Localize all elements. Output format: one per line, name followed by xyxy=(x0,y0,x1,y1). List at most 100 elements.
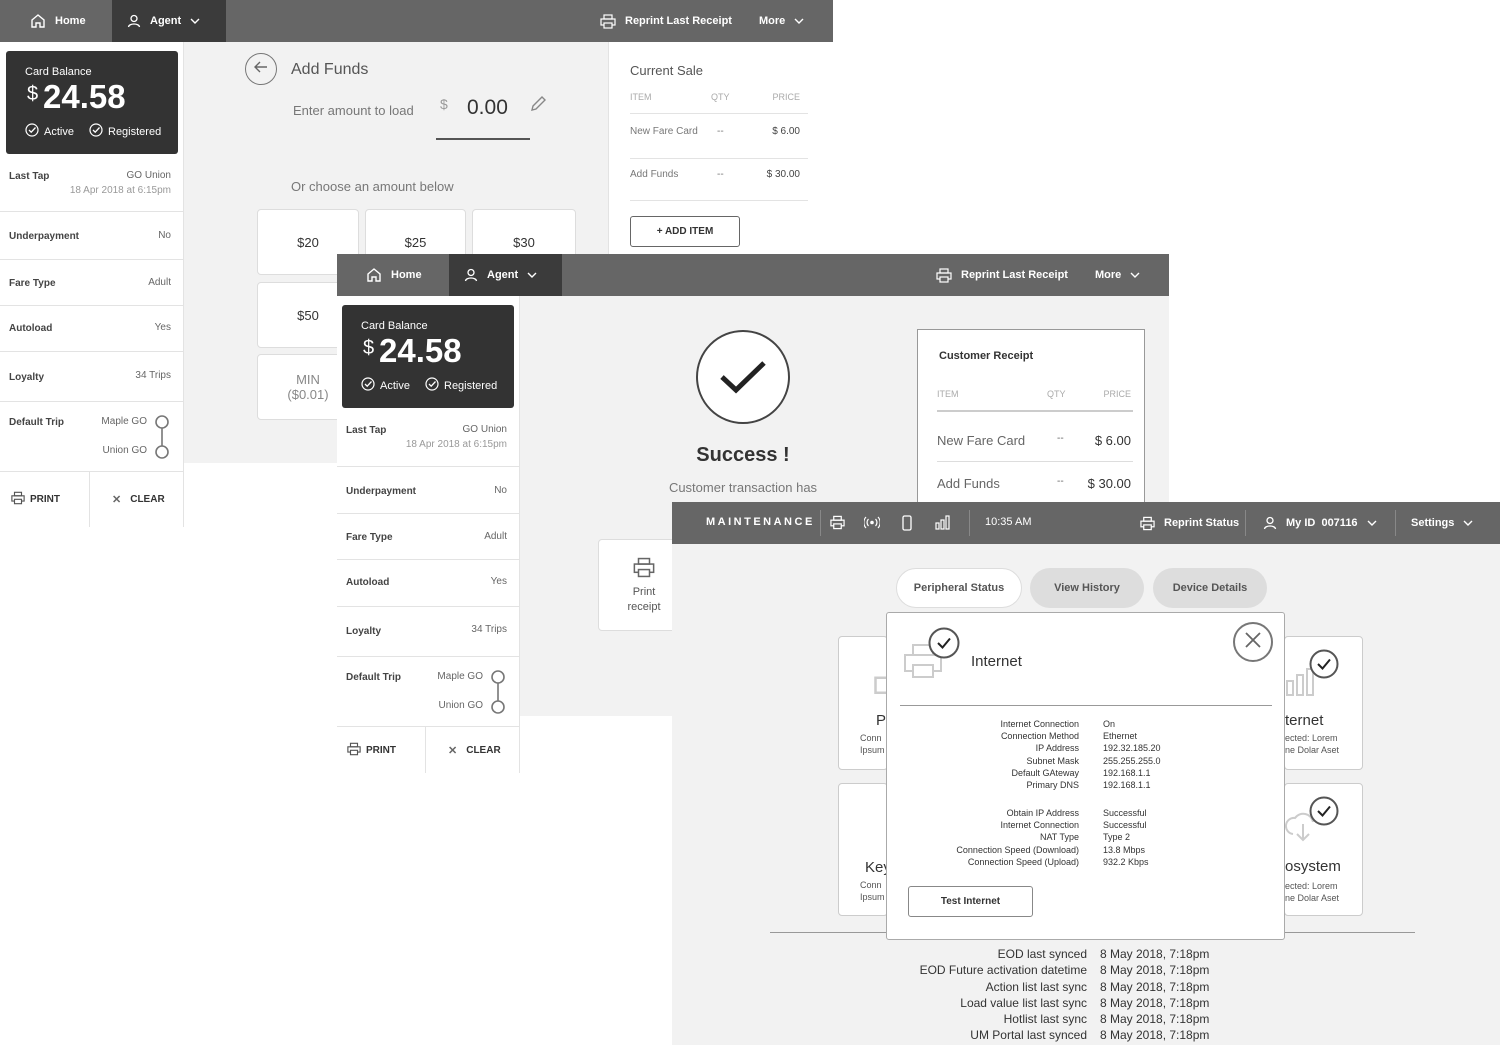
nav-more[interactable]: More xyxy=(1095,254,1140,296)
receipt-row: Add Funds -- $ 30.00 xyxy=(937,476,1131,491)
top-nav-bar: Home Agent Reprint Last Receipt More xyxy=(337,254,1169,296)
sale-row: Add Funds -- $ 30.00 xyxy=(630,169,808,201)
clear-button[interactable]: ✕ CLEAR xyxy=(426,727,520,773)
printer-icon xyxy=(633,557,655,581)
user-icon xyxy=(127,14,141,28)
print-button[interactable]: PRINT xyxy=(337,727,426,773)
current-sale-title: Current Sale xyxy=(630,63,703,78)
pencil-icon[interactable] xyxy=(529,95,547,118)
tab-device-details[interactable]: Device Details xyxy=(1153,568,1267,608)
nav-agent[interactable]: Agent xyxy=(449,254,562,296)
status-registered: Registered xyxy=(89,123,161,140)
close-icon: ✕ xyxy=(112,494,122,506)
card-balance-title: Card Balance xyxy=(25,66,92,78)
tab-peripheral-status[interactable]: Peripheral Status xyxy=(896,568,1022,608)
fare-type-row: Fare Type Adult xyxy=(337,514,519,560)
my-id-menu[interactable]: My ID 007116 xyxy=(1263,502,1377,544)
peripheral-card-keypad[interactable]: Key Conn Ipsum xyxy=(838,783,888,916)
clock-time: 10:35 AM xyxy=(985,516,1032,528)
printer-icon xyxy=(11,491,25,508)
check-circle-icon xyxy=(25,123,39,140)
currency-symbol: $ xyxy=(27,83,39,105)
card-balance-amount: 24.58 xyxy=(43,78,126,115)
reprint-label: Reprint Last Receipt xyxy=(625,15,732,27)
success-check-icon xyxy=(696,330,790,424)
network-info-keys-2: Obtain IP Address Internet Connection NA… xyxy=(956,808,1079,867)
tab-view-history[interactable]: View History xyxy=(1030,568,1144,608)
nav-home[interactable]: Home xyxy=(337,254,449,296)
add-funds-title: Add Funds xyxy=(291,61,369,78)
clear-button[interactable]: ✕ CLEAR xyxy=(90,472,184,527)
top-nav-bar: Home Agent Reprint Last Receipt More xyxy=(0,0,833,42)
print-button[interactable]: PRINT xyxy=(0,472,90,527)
user-icon xyxy=(1263,516,1277,530)
trip-route-icon xyxy=(154,414,170,465)
status-registered: Registered xyxy=(425,377,497,394)
chevron-down-icon xyxy=(527,272,537,278)
modal-title: Internet xyxy=(971,653,1022,670)
network-info-values-2: Successful Successful Type 2 13.8 Mbps 9… xyxy=(1103,808,1149,867)
device-icon[interactable] xyxy=(902,515,912,534)
underpayment-row: Underpayment No xyxy=(0,212,183,260)
sync-info-values: 8 May 2018, 7:18pm 8 May 2018, 7:18pm 8 … xyxy=(1100,947,1210,1043)
check-circle-icon xyxy=(1309,796,1339,831)
check-circle-icon xyxy=(361,377,375,394)
trip-route-icon xyxy=(490,669,506,720)
sale-table-header: ITEM QTY PRICE xyxy=(630,92,808,114)
printer-icon xyxy=(1140,516,1155,531)
back-button[interactable] xyxy=(245,53,277,85)
customer-receipt-panel: Customer Receipt ITEM QTY PRICE New Fare… xyxy=(917,329,1145,529)
maintenance-title: MAINTENANCE xyxy=(706,516,815,528)
status-active: Active xyxy=(25,123,74,140)
peripheral-card-subsystem[interactable]: osystem ected: Lorem ne Dolar Aset xyxy=(1284,783,1363,916)
nav-agent[interactable]: Agent xyxy=(112,0,226,42)
home-icon xyxy=(30,13,46,29)
amount-input[interactable]: $ 0.00 xyxy=(436,92,530,140)
reprint-last-receipt-button[interactable]: Reprint Last Receipt xyxy=(600,0,732,42)
success-message: Customer transaction has xyxy=(668,480,818,495)
test-internet-button[interactable]: Test Internet xyxy=(908,886,1033,917)
amount-value: 0.00 xyxy=(467,96,508,119)
last-tap-row: Last Tap GO Union 18 Apr 2018 at 6:15pm xyxy=(0,162,183,212)
settings-menu[interactable]: Settings xyxy=(1411,502,1473,544)
peripheral-card-internet[interactable]: ternet ected: Lorem ne Dolar Aset xyxy=(1284,636,1363,770)
nav-more[interactable]: More xyxy=(759,0,804,42)
chevron-down-icon xyxy=(794,18,804,24)
autoload-row: Autoload Yes xyxy=(0,306,183,352)
printer-icon xyxy=(600,13,616,29)
receipt-row: New Fare Card -- $ 6.00 xyxy=(937,433,1133,462)
receipt-title: Customer Receipt xyxy=(939,350,1034,362)
wireless-icon[interactable] xyxy=(863,516,881,532)
arrow-left-icon xyxy=(254,60,268,78)
underpayment-row: Underpayment No xyxy=(337,467,519,514)
loyalty-row: Loyalty 34 Trips xyxy=(0,352,183,402)
printer-icon[interactable] xyxy=(830,515,845,533)
chevron-down-icon xyxy=(1463,520,1473,526)
close-modal-button[interactable] xyxy=(1233,622,1273,662)
nav-home[interactable]: Home xyxy=(0,0,112,42)
reprint-last-receipt-button[interactable]: Reprint Last Receipt xyxy=(936,254,1068,296)
card-balance-amount: 24.58 xyxy=(379,332,462,369)
check-circle-icon xyxy=(89,123,103,140)
status-active: Active xyxy=(361,377,410,394)
receipt-table-header: ITEM QTY PRICE xyxy=(937,389,1133,412)
reprint-status-button[interactable]: Reprint Status xyxy=(1140,502,1239,544)
default-trip-row: Default Trip Maple GO Union GO xyxy=(0,402,183,472)
success-title: Success ! xyxy=(696,444,790,466)
card-sidebar: Card Balance $ 24.58 Active Registered L… xyxy=(337,296,520,773)
chevron-down-icon xyxy=(1367,520,1377,526)
current-sale-panel: Current Sale ITEM QTY PRICE New Fare Car… xyxy=(608,42,833,254)
add-item-button[interactable]: + ADD ITEM xyxy=(630,216,740,247)
sync-info-keys: EOD last synced EOD Future activation da… xyxy=(919,947,1087,1043)
bar-chart-icon[interactable] xyxy=(935,515,951,533)
choose-amount-label: Or choose an amount below xyxy=(291,179,454,194)
default-trip-row: Default Trip Maple GO Union GO xyxy=(337,657,519,727)
printer-icon xyxy=(347,742,361,759)
user-icon xyxy=(464,268,478,282)
close-icon: ✕ xyxy=(448,744,458,757)
card-sidebar: Card Balance $ 24.58 Active Registered L… xyxy=(0,42,184,527)
close-icon xyxy=(1244,631,1262,654)
home-icon xyxy=(366,267,382,283)
peripheral-card-printer[interactable]: P Conn Ipsum xyxy=(838,636,888,770)
card-balance-panel: Card Balance $ 24.58 Active Registered xyxy=(6,51,178,154)
